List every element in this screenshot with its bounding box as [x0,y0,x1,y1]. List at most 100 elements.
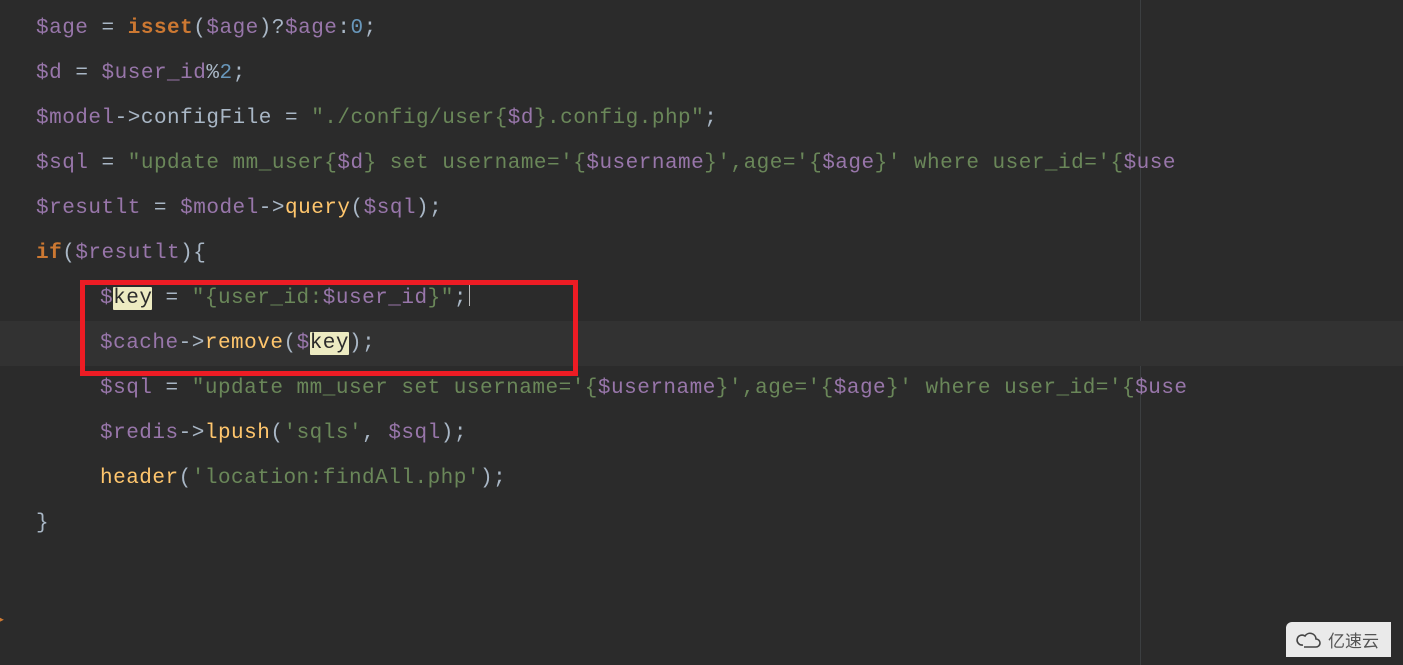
code-line[interactable]: $d = $user_id%2; [0,51,1403,96]
variable: $use [1124,152,1176,175]
variable: $d [508,107,534,130]
variable: $username [598,377,716,400]
string: "{user_id: [192,287,323,310]
code-line[interactable]: $resutlt = $model->query($sql); [0,186,1403,231]
method-lpush: lpush [205,422,271,445]
punct: ) [441,422,454,445]
string: }' where user_id='{ [886,377,1135,400]
number: 0 [351,17,364,40]
string: }',age='{ [704,152,822,175]
method-remove: remove [205,332,284,355]
operator: = [152,377,191,400]
code-line[interactable]: if($resutlt){ [0,231,1403,276]
text-cursor-icon [469,282,470,306]
property: configFile [141,107,272,130]
keyword-isset: isset [128,17,194,40]
operator: = [152,287,191,310]
punct: { [193,242,206,265]
string: } set username='{ [364,152,587,175]
code-line[interactable]: $age = isset($age)?$age:0; [0,6,1403,51]
punct: ; [493,467,506,490]
variable: $user_id [323,287,428,310]
variable: $age [285,17,337,40]
code-line[interactable]: header('location:findAll.php'); [0,456,1403,501]
operator: ? [272,17,285,40]
variable-dollar: $ [297,332,310,355]
punct: , [362,422,388,445]
punct: ) [416,197,429,220]
variable: $age [36,17,88,40]
variable: $age [206,17,258,40]
variable: $resutlt [36,197,141,220]
keyword-if: if [36,242,62,265]
string: }',age='{ [716,377,834,400]
variable-dollar: $ [100,287,113,310]
string: }' where user_id='{ [875,152,1124,175]
code-line[interactable]: $sql = "update mm_user set username='{$u… [0,366,1403,411]
punct: ) [349,332,362,355]
variable: $d [36,62,62,85]
variable: $redis [100,422,179,445]
operator-arrow: -> [259,197,285,220]
string: }" [428,287,454,310]
variable: $model [180,197,259,220]
punct: ) [180,242,193,265]
operator: : [337,17,350,40]
punct: ) [480,467,493,490]
code-editor[interactable]: $age = isset($age)?$age:0; $d = $user_id… [0,0,1403,665]
punct: ( [193,17,206,40]
punct: ; [454,422,467,445]
variable: $age [822,152,874,175]
code-line[interactable]: $key = "{user_id:$user_id}"; [0,276,1403,321]
string: "update mm_user set username='{ [192,377,598,400]
variable: $username [586,152,704,175]
variable: $resutlt [75,242,180,265]
punct: ; [429,197,442,220]
punct: ; [233,62,246,85]
variable: $model [36,107,115,130]
operator: = [141,197,180,220]
code-line[interactable]: } [0,501,1403,546]
operator: % [206,62,219,85]
watermark-badge: 亿速云 [1286,622,1391,657]
number: 2 [219,62,232,85]
variable: $use [1135,377,1187,400]
gutter-arrow-icon: ▸ [0,606,6,632]
punct: ; [364,17,377,40]
variable: $d [337,152,363,175]
operator: = [62,62,101,85]
operator: = [272,107,311,130]
operator: = [88,17,127,40]
punct: ( [179,467,192,490]
operator-arrow: -> [179,332,205,355]
variable: $sql [388,422,440,445]
punct: ) [259,17,272,40]
punct: ( [62,242,75,265]
punct: ; [704,107,717,130]
punct: ; [454,287,467,310]
variable: $user_id [102,62,207,85]
watermark-text: 亿速云 [1328,627,1379,652]
variable: $sql [36,152,88,175]
string: "update mm_user{ [128,152,338,175]
operator-arrow: -> [179,422,205,445]
operator: = [88,152,127,175]
punct: ; [362,332,375,355]
method-query: query [285,197,351,220]
code-line[interactable]: $redis->lpush('sqls', $sql); [0,411,1403,456]
code-line-active[interactable]: $cache->remove($key); [0,321,1403,366]
cloud-logo-icon [1296,631,1322,649]
highlight-key: key [113,287,152,310]
variable: $sql [100,377,152,400]
string: 'location:findAll.php' [192,467,480,490]
highlight-key: key [310,332,349,355]
function-header: header [100,467,179,490]
punct: ( [283,332,296,355]
punct: ( [351,197,364,220]
variable: $sql [364,197,416,220]
punct: } [36,512,49,535]
code-line[interactable]: $sql = "update mm_user{$d} set username=… [0,141,1403,186]
variable: $age [834,377,886,400]
code-line[interactable]: $model->configFile = "./config/user{$d}.… [0,96,1403,141]
operator-arrow: -> [115,107,141,130]
